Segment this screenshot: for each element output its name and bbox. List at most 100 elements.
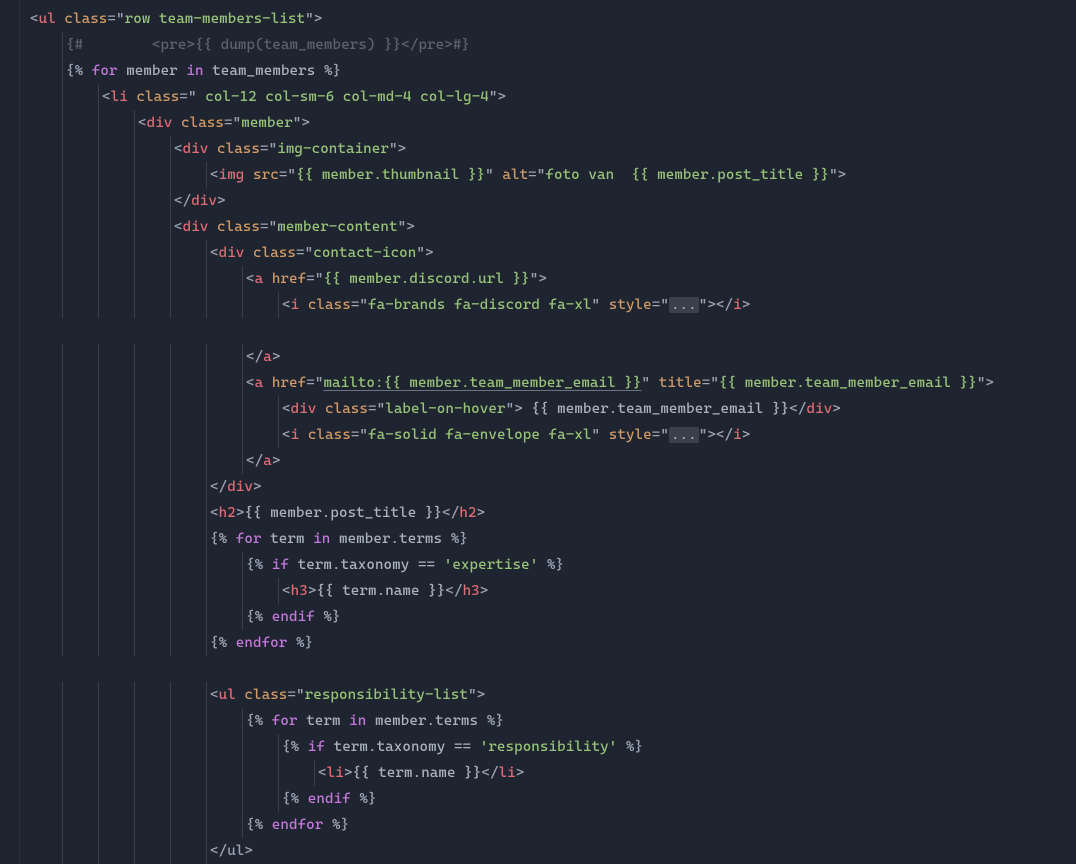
token: " bbox=[188, 89, 197, 105]
code-line[interactable]: <i class="fa-solid fa-envelope fa-xl" st… bbox=[24, 422, 994, 448]
code-line[interactable]: {% endfor %} bbox=[24, 630, 994, 656]
code-line[interactable]: </div> bbox=[24, 474, 994, 500]
token: < bbox=[282, 297, 291, 313]
code-line[interactable]: <li class=" col-12 col-sm-6 col-md-4 col… bbox=[24, 84, 994, 110]
token: if bbox=[272, 557, 289, 573]
code-line[interactable]: </ul> bbox=[24, 838, 994, 864]
code-line[interactable]: <div class="label-on-hover"> {{ member.t… bbox=[24, 396, 994, 422]
code-line[interactable]: {% endif %} bbox=[24, 786, 994, 812]
code-line[interactable]: </a> bbox=[24, 344, 994, 370]
token: 'expertise' bbox=[444, 557, 539, 573]
token bbox=[263, 375, 272, 391]
token: %} bbox=[451, 531, 468, 547]
token bbox=[600, 297, 609, 313]
token: > bbox=[832, 401, 841, 417]
token: term.taxonomy == bbox=[325, 739, 480, 755]
code-line[interactable]: {% endif %} bbox=[24, 604, 994, 630]
code-panel[interactable]: <ul class="row team-members-list">{# <pr… bbox=[20, 0, 994, 864]
token: team_members bbox=[204, 63, 324, 79]
line-content: {% for term in member.terms %} bbox=[24, 708, 504, 734]
token: img-container bbox=[277, 141, 389, 157]
token: > bbox=[514, 401, 523, 417]
code-line[interactable]: <a href="mailto:{{ member.team_member_em… bbox=[24, 370, 994, 396]
code-editor[interactable]: <ul class="row team-members-list">{# <pr… bbox=[0, 0, 1076, 864]
token: member.terms bbox=[330, 531, 450, 547]
token: style bbox=[609, 297, 652, 313]
token: " bbox=[305, 245, 314, 261]
token: > bbox=[425, 245, 434, 261]
token: {% bbox=[282, 791, 308, 807]
token bbox=[263, 271, 272, 287]
token: < bbox=[246, 271, 255, 287]
code-line[interactable]: {# <pre>{{ dump(team_members) }}</pre>#} bbox=[24, 32, 994, 58]
code-line[interactable]: {% for term in member.terms %} bbox=[24, 526, 994, 552]
token bbox=[287, 635, 296, 651]
code-line[interactable]: </div> bbox=[24, 188, 994, 214]
code-line[interactable]: <div class="img-container"> bbox=[24, 136, 994, 162]
token: " bbox=[116, 11, 125, 27]
code-line[interactable]: <h2>{{ member.post_title }}</h2> bbox=[24, 500, 994, 526]
code-line[interactable]: {% if term.taxonomy == 'expertise' %} bbox=[24, 552, 994, 578]
token: " bbox=[359, 427, 368, 443]
token: < bbox=[210, 687, 219, 703]
token: for bbox=[236, 531, 262, 547]
token bbox=[244, 245, 253, 261]
token: " bbox=[389, 141, 398, 157]
token: h3 bbox=[463, 583, 480, 599]
code-line[interactable]: </a> bbox=[24, 448, 994, 474]
token: i bbox=[291, 297, 300, 313]
token: alt bbox=[502, 167, 528, 183]
code-line[interactable]: <li>{{ term.name }}</li> bbox=[24, 760, 994, 786]
token: " bbox=[296, 687, 305, 703]
token: > bbox=[301, 115, 310, 131]
token: " bbox=[287, 167, 296, 183]
code-line[interactable]: <ul class="row team-members-list"> bbox=[24, 6, 994, 32]
line-content: <h3>{{ term.name }}</h3> bbox=[24, 578, 488, 604]
code-line[interactable] bbox=[24, 318, 994, 344]
token: %} bbox=[324, 63, 341, 79]
token: " bbox=[489, 89, 498, 105]
token: div bbox=[183, 141, 209, 157]
token: 'responsibility' bbox=[480, 739, 618, 755]
code-line[interactable]: <img src="{{ member.thumbnail }}" alt="f… bbox=[24, 162, 994, 188]
code-line[interactable]: {% for term in member.terms %} bbox=[24, 708, 994, 734]
line-content: </div> bbox=[24, 188, 226, 214]
token: " bbox=[377, 401, 386, 417]
code-line[interactable]: {% if term.taxonomy == 'responsibility' … bbox=[24, 734, 994, 760]
line-content: {% if term.taxonomy == 'expertise' %} bbox=[24, 552, 564, 578]
code-line[interactable]: <div class="member"> bbox=[24, 110, 994, 136]
code-line[interactable]: <div class="contact-icon"> bbox=[24, 240, 994, 266]
token: %} bbox=[359, 791, 376, 807]
code-line[interactable]: {% for member in team_members %} bbox=[24, 58, 994, 84]
code-line[interactable] bbox=[24, 656, 994, 682]
token: class bbox=[136, 89, 179, 105]
token: " bbox=[592, 427, 601, 443]
code-line[interactable]: <a href="{{ member.discord.url }}"> bbox=[24, 266, 994, 292]
token: {{ member.thumbnail }} bbox=[296, 167, 485, 183]
token: ></ bbox=[707, 297, 733, 313]
token: member bbox=[118, 63, 187, 79]
token: {{ member.team_member_email }} bbox=[719, 375, 977, 391]
token: > bbox=[985, 375, 994, 391]
code-line[interactable]: <h3>{{ term.name }}</h3> bbox=[24, 578, 994, 604]
token: " bbox=[359, 297, 368, 313]
code-line[interactable]: <i class="fa-brands fa-discord fa-xl" st… bbox=[24, 292, 994, 318]
token: a bbox=[263, 453, 272, 469]
line-content: {% for term in member.terms %} bbox=[24, 526, 468, 552]
token: class bbox=[253, 245, 296, 261]
token: " bbox=[416, 245, 425, 261]
line-content: </ul> bbox=[24, 838, 253, 864]
token: contact-icon bbox=[313, 245, 416, 261]
line-content: {% endfor %} bbox=[24, 812, 349, 838]
token: " bbox=[660, 427, 669, 443]
code-line[interactable]: <div class="member-content"> bbox=[24, 214, 994, 240]
token: li bbox=[327, 765, 344, 781]
token: = bbox=[287, 687, 296, 703]
code-line[interactable]: <ul class="responsibility-list"> bbox=[24, 682, 994, 708]
token: ul bbox=[39, 11, 56, 27]
token: " bbox=[305, 11, 314, 27]
token: < bbox=[282, 427, 291, 443]
code-line[interactable]: {% endfor %} bbox=[24, 812, 994, 838]
token: li bbox=[499, 765, 516, 781]
line-content: <div class="contact-icon"> bbox=[24, 240, 434, 266]
